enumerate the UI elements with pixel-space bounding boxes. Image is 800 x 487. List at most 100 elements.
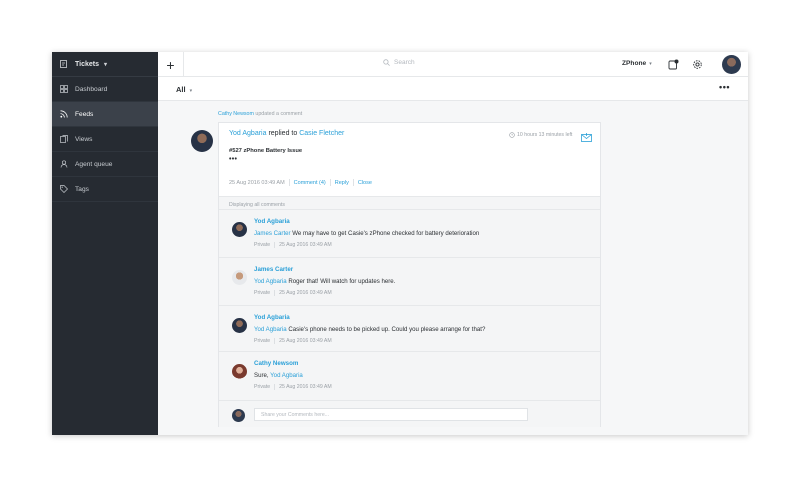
- avatar: [232, 270, 247, 285]
- separator: [352, 179, 354, 186]
- separator: [274, 384, 276, 390]
- avatar: [232, 409, 245, 422]
- privacy-label: Private: [254, 242, 271, 248]
- filter-bar: All ▾ •••: [158, 77, 748, 101]
- separator: [274, 242, 276, 248]
- avatar: [232, 318, 247, 333]
- timer-text: 10 hours 13 minutes left: [517, 132, 573, 138]
- department-dropdown[interactable]: ZPhone ▾: [622, 60, 652, 67]
- tag-icon: [60, 185, 68, 193]
- sidebar-item-label: Dashboard: [75, 85, 108, 93]
- card-header: Yod Agbaria replied to Casie Fletcher: [229, 130, 344, 137]
- filter-dropdown[interactable]: All ▾: [176, 85, 192, 94]
- comment-date: 25 Aug 2016 03:49 AM: [279, 384, 332, 390]
- privacy-label: Private: [254, 338, 271, 344]
- activity-user-link[interactable]: Cathy Newsom: [218, 111, 254, 117]
- comment-meta: Private 25 Aug 2016 03:49 AM: [254, 384, 332, 390]
- ticket-edit-icon: [60, 60, 68, 68]
- comment-author[interactable]: Yod Agbaria: [254, 314, 290, 321]
- displaying-comments-label: Displaying all comments: [229, 202, 285, 208]
- sidebar-module-switcher[interactable]: Tickets ▾: [52, 52, 158, 77]
- sidebar-item-label: Views: [75, 135, 93, 143]
- email-icon[interactable]: [581, 129, 592, 147]
- filter-label: All: [176, 85, 186, 94]
- sidebar-item-label: Feeds: [75, 110, 94, 118]
- sidebar-item-agent-queue[interactable]: Agent queue: [52, 152, 158, 177]
- target-link[interactable]: Casie Fletcher: [299, 130, 344, 137]
- chevron-down-icon: ▾: [189, 88, 193, 94]
- sidebar-item-feeds[interactable]: Feeds: [52, 102, 158, 127]
- search-placeholder: Search: [394, 59, 415, 66]
- add-button[interactable]: +: [158, 52, 184, 77]
- notifications-icon[interactable]: [667, 58, 679, 70]
- mention-link[interactable]: Yod Agbaria: [254, 326, 287, 333]
- comment-author[interactable]: Cathy Newsom: [254, 360, 298, 367]
- privacy-label: Private: [254, 290, 271, 296]
- user-avatar[interactable]: [722, 55, 741, 74]
- sidebar-item-tags[interactable]: Tags: [52, 177, 158, 202]
- card-date: 25 Aug 2016 03:49 AM: [229, 179, 285, 186]
- mention-link[interactable]: Yod Agbaria: [254, 278, 287, 285]
- separator: [329, 179, 331, 186]
- reply-link[interactable]: Reply: [335, 180, 349, 186]
- mention-link[interactable]: James Carter: [254, 230, 291, 237]
- ticket-title[interactable]: #527 zPhone Battery Issue: [229, 148, 302, 154]
- search-box[interactable]: Search: [383, 59, 415, 66]
- comment-meta: Private 25 Aug 2016 03:49 AM: [254, 338, 332, 344]
- sidebar-item-views[interactable]: Views: [52, 127, 158, 152]
- separator: [274, 290, 276, 296]
- chevron-down-icon: ▾: [649, 61, 652, 67]
- grid-icon: [60, 85, 68, 93]
- comment-input[interactable]: [254, 408, 528, 421]
- comment-link[interactable]: Comment (4): [294, 180, 326, 186]
- comment-text: Yod Agbaria Casie's phone needs to be pi…: [254, 326, 485, 333]
- sidebar-item-label: Tags: [75, 185, 89, 193]
- views-icon: [60, 135, 68, 143]
- rss-icon: [60, 110, 68, 118]
- comment-author[interactable]: Yod Agbaria: [254, 218, 290, 225]
- comment-body: Casie's phone needs to be picked up. Cou…: [288, 326, 486, 333]
- comment-meta: Private 25 Aug 2016 03:49 AM: [254, 242, 332, 248]
- feed-card: Yod Agbaria replied to Casie Fletcher 10…: [218, 122, 601, 427]
- agent-queue-icon: [60, 160, 68, 168]
- separator: [274, 338, 276, 344]
- comment-date: 25 Aug 2016 03:49 AM: [279, 242, 332, 248]
- privacy-label: Private: [254, 384, 271, 390]
- sidebar-item-label: Agent queue: [75, 160, 113, 168]
- comment-body: Roger that! Will watch for updates here.: [288, 278, 396, 285]
- separator: [288, 179, 290, 186]
- comment-composer: [219, 400, 600, 428]
- department-label: ZPhone: [622, 60, 647, 67]
- activity-line: Cathy Newsom updated a comment: [218, 111, 302, 117]
- comment-item: Yod Agbaria James Carter We may have to …: [219, 209, 600, 255]
- comment-meta: Private 25 Aug 2016 03:49 AM: [254, 290, 332, 296]
- comment-date: 25 Aug 2016 03:49 AM: [279, 338, 332, 344]
- sidebar: Tickets ▾ Dashboard Feeds Views Agent qu…: [52, 52, 158, 435]
- main-panel: + Search ZPhone▾ All▾ ••• Cathy Newsom: [158, 52, 748, 435]
- ticket-body[interactable]: •••: [229, 156, 237, 163]
- comment-item: Yod Agbaria Yod Agbaria Casie's phone ne…: [219, 305, 600, 351]
- comment-author[interactable]: James Carter: [254, 266, 293, 273]
- mention-link[interactable]: Yod Agbaria: [270, 372, 303, 379]
- sidebar-module-label: Tickets: [75, 60, 99, 68]
- comment-text: Yod Agbaria Roger that! Will watch for u…: [254, 278, 395, 285]
- sla-timer: 10 hours 13 minutes left: [509, 132, 572, 138]
- author-link[interactable]: Yod Agbaria: [229, 130, 267, 137]
- comment-text: James Carter We may have to get Casie's …: [254, 230, 479, 237]
- comment-body: We may have to get Casie's zPhone checke…: [292, 230, 480, 237]
- activity-text: updated a comment: [255, 111, 303, 117]
- comments-section: Displaying all comments Yod Agbaria Jame…: [219, 196, 600, 427]
- app-window: Tickets ▾ Dashboard Feeds Views Agent qu…: [52, 52, 748, 435]
- close-link[interactable]: Close: [358, 180, 372, 186]
- comment-date: 25 Aug 2016 03:49 AM: [279, 290, 332, 296]
- sidebar-item-dashboard[interactable]: Dashboard: [52, 77, 158, 102]
- action-text: replied to: [268, 130, 298, 137]
- search-icon: [383, 59, 390, 66]
- comment-body: Sure,: [254, 372, 269, 379]
- avatar: [191, 130, 213, 152]
- more-options-button[interactable]: •••: [719, 82, 730, 92]
- avatar: [232, 222, 247, 237]
- settings-icon[interactable]: [691, 58, 703, 70]
- chevron-down-icon: ▾: [104, 61, 108, 68]
- comment-text: Sure, Yod Agbaria: [254, 372, 303, 379]
